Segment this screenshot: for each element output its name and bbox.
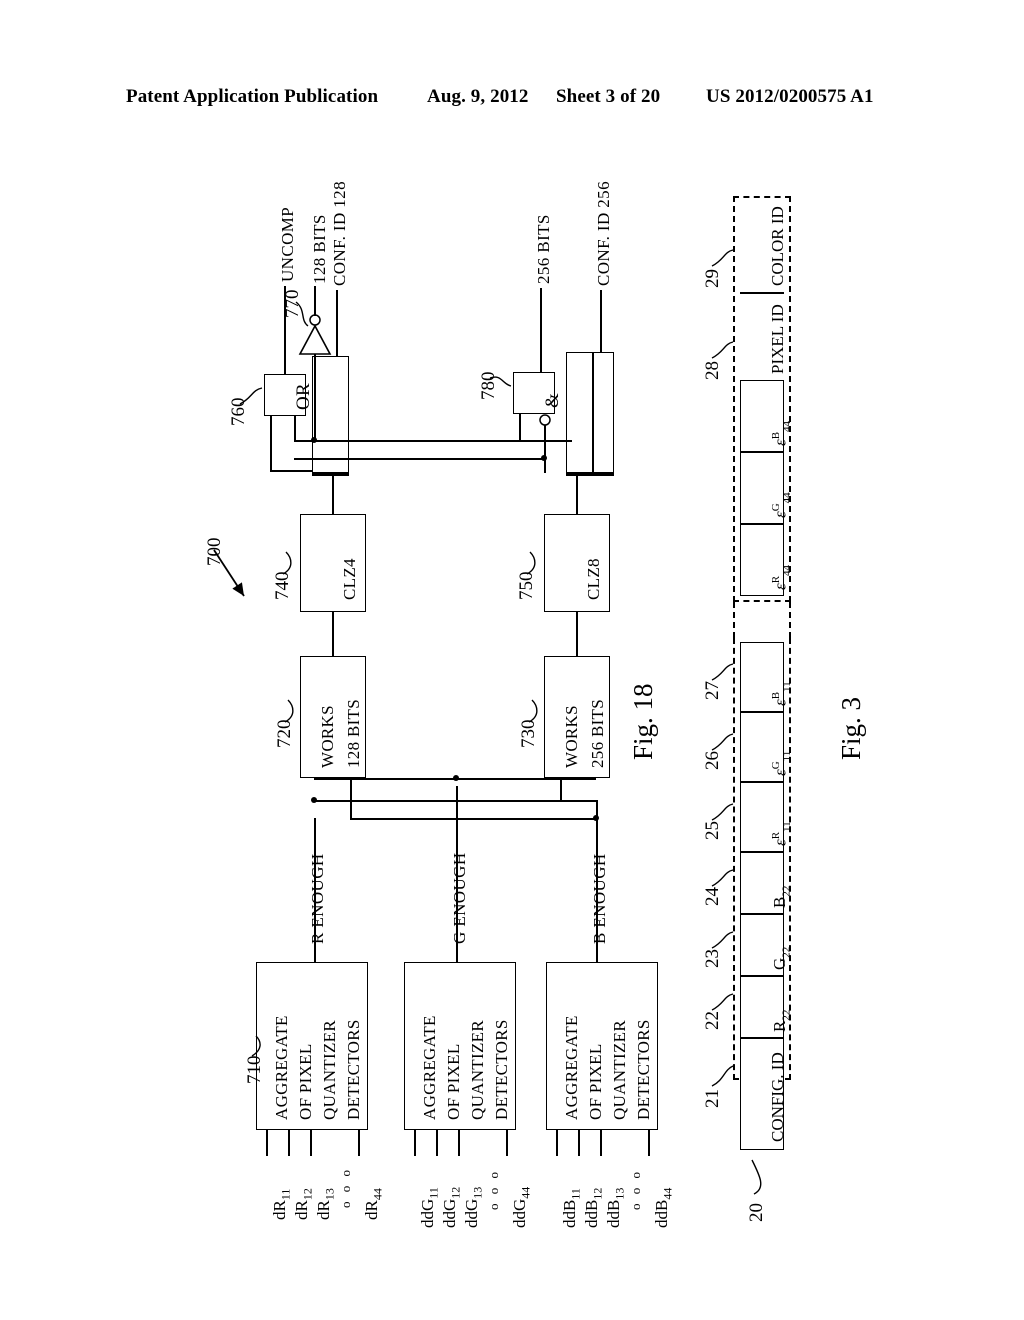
ref-20-leader bbox=[751, 1159, 762, 1195]
fig3-caption: Fig. 3 bbox=[836, 696, 866, 760]
